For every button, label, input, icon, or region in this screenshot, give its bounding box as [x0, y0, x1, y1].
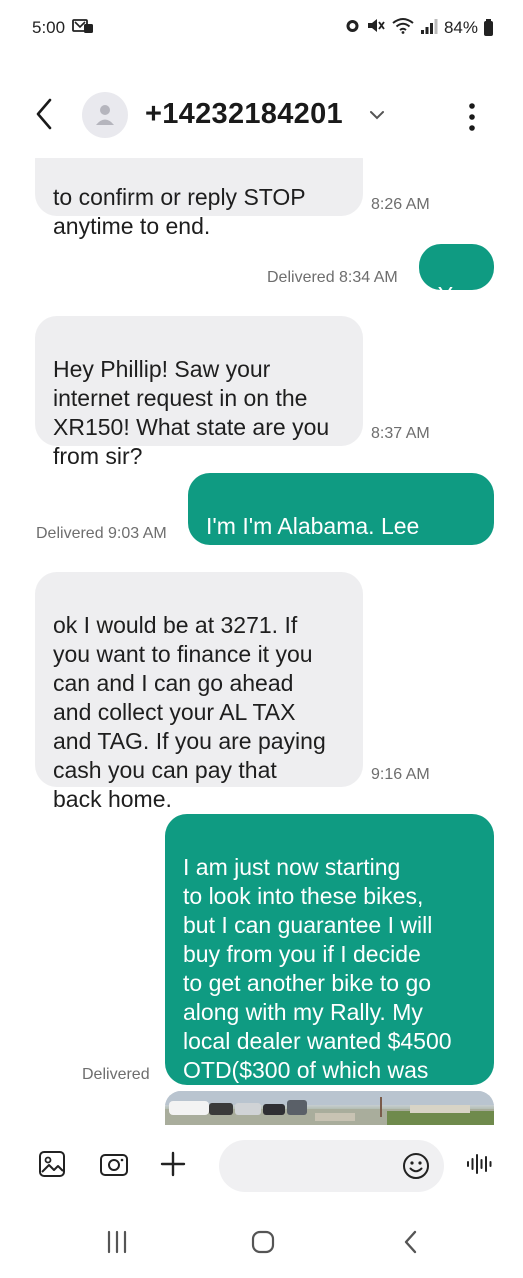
message-text: Hey Phillip! Saw your internet request i…	[53, 356, 330, 469]
delivery-status: Delivered 9:03 AM	[36, 525, 167, 542]
message-text: I'm I'm Alabama. Lee County if that's ne…	[206, 513, 447, 568]
message-text: ok I would be at 3271. If you want to fi…	[53, 612, 326, 812]
incoming-message-bubble[interactable]: to confirm or reply STOP anytime to end.	[35, 158, 363, 239]
incoming-message-bubble[interactable]: ok I would be at 3271. If you want to fi…	[35, 572, 363, 812]
message-input-field[interactable]	[219, 1140, 444, 1192]
signal-icon	[420, 18, 438, 39]
delivery-status: Delivered 8:34 AM	[267, 269, 398, 286]
outgoing-message-bubble[interactable]: Yes	[419, 244, 494, 308]
conversation-header: +14232184201	[0, 82, 523, 148]
delivery-status: Delivered	[82, 1066, 150, 1083]
message-timestamp: 9:16 AM	[371, 766, 430, 783]
contact-name[interactable]: +14232184201	[145, 98, 343, 131]
chevron-down-icon[interactable]	[368, 108, 386, 122]
status-time: 5:00	[32, 18, 66, 37]
voice-record-icon[interactable]	[465, 1149, 499, 1183]
battery-percent: 84%	[443, 18, 478, 37]
home-icon[interactable]	[250, 1229, 276, 1260]
gallery-icon[interactable]	[37, 1149, 71, 1183]
status-bar: 5:00 84%	[0, 0, 523, 56]
alarm-icon	[345, 17, 360, 39]
outgoing-message-bubble[interactable]: I am just now starting to look into thes…	[165, 814, 494, 1112]
message-input[interactable]	[237, 1152, 391, 1182]
back-arrow-icon[interactable]	[30, 96, 62, 132]
status-icons: 84%	[345, 17, 493, 39]
message-list[interactable]: to confirm or reply STOP anytime to end.…	[0, 158, 523, 1125]
more-options-icon[interactable]	[460, 100, 484, 134]
battery-icon	[484, 18, 493, 36]
wifi-icon	[392, 17, 414, 39]
plus-icon[interactable]	[158, 1149, 192, 1183]
message-text: I am just now starting to look into thes…	[183, 854, 452, 1112]
message-text: Yes	[437, 282, 476, 308]
recent-apps-icon[interactable]	[104, 1229, 130, 1260]
camera-icon[interactable]	[98, 1149, 132, 1183]
mute-icon	[366, 17, 386, 39]
system-navigation-bar	[0, 1215, 523, 1278]
image-attachment[interactable]	[165, 1091, 494, 1125]
contact-avatar-icon[interactable]	[82, 92, 128, 138]
composer-bar	[0, 1134, 523, 1200]
back-nav-icon[interactable]	[398, 1229, 424, 1260]
outgoing-message-bubble[interactable]: I'm I'm Alabama. Lee County if that's ne…	[188, 473, 494, 568]
incoming-message-bubble[interactable]: Hey Phillip! Saw your internet request i…	[35, 316, 363, 469]
message-timestamp: 8:37 AM	[371, 425, 430, 442]
notification-icon	[72, 18, 94, 39]
emoji-icon[interactable]	[401, 1151, 431, 1181]
message-text: to confirm or reply STOP anytime to end.	[53, 184, 306, 239]
message-timestamp: 8:26 AM	[371, 196, 430, 213]
